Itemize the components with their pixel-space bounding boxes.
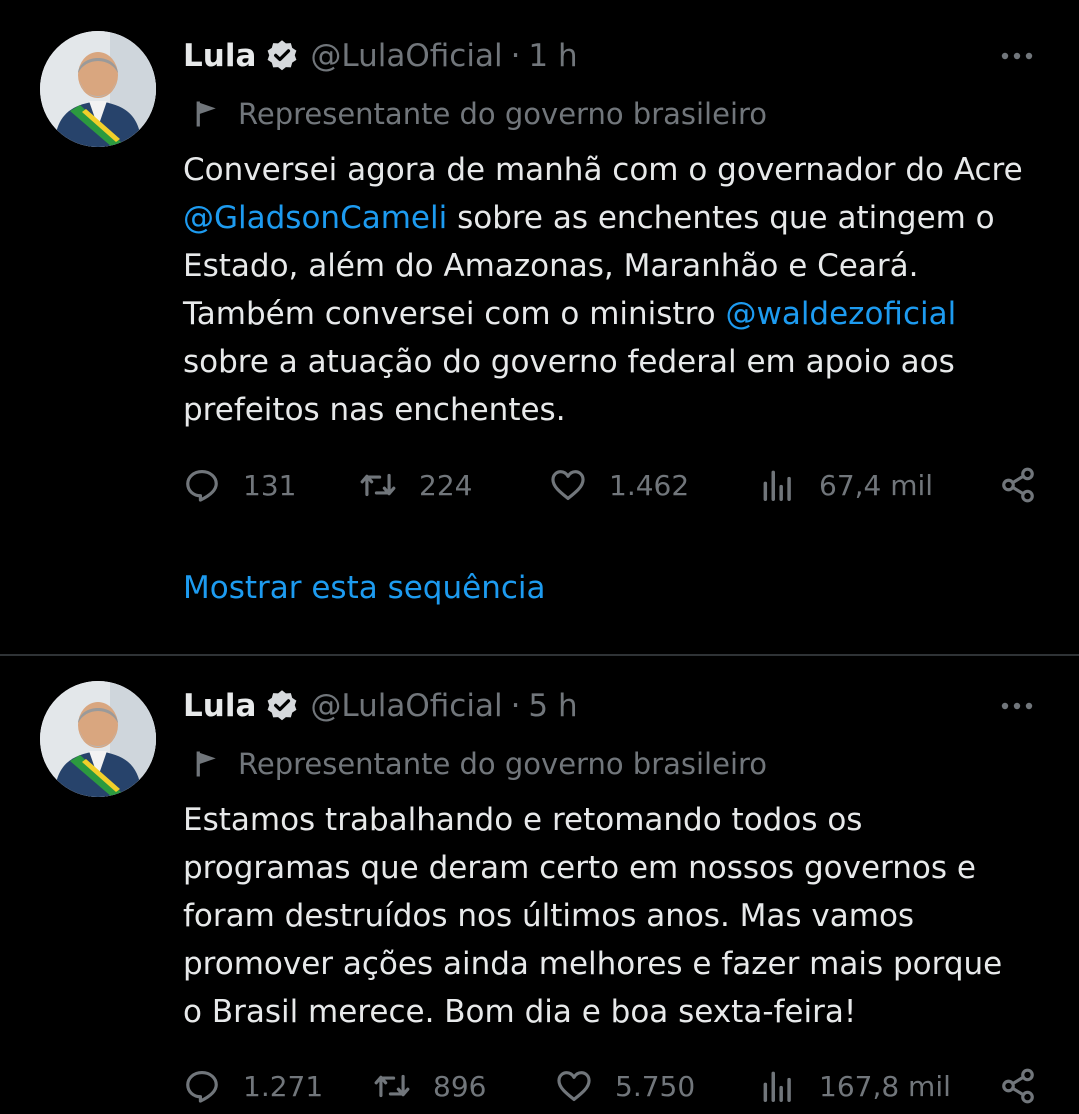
views-count: 167,8 mil [819, 1069, 951, 1103]
share-icon [1002, 467, 1034, 503]
like-count: 5.750 [615, 1069, 696, 1103]
like-button[interactable]: 1.462 [549, 457, 689, 513]
views-button[interactable]: 67,4 mil [759, 457, 933, 513]
text-segment: promover ações ainda melhores e fazer ma… [183, 946, 1003, 982]
account-label-text: Representante do governo brasileiro [238, 97, 768, 131]
text-segment: prefeitos nas enchentes. [183, 392, 566, 428]
like-count: 1.462 [609, 468, 690, 502]
mention-link[interactable]: @GladsonCameli [183, 200, 447, 236]
tweet-time[interactable]: 1 h [528, 38, 577, 74]
separator: · [510, 688, 521, 724]
reply-icon [186, 469, 218, 502]
verified-badge-icon [267, 40, 297, 71]
author-handle[interactable]: @LulaOficial [310, 688, 502, 724]
text-segment: sobre as enchentes que atingem o [447, 200, 995, 236]
show-thread-link[interactable]: Mostrar esta sequência [183, 570, 546, 606]
text-segment: Conversei agora de manhã com o governado… [183, 152, 1023, 188]
text-line: @GladsonCameli sobre as enchentes que at… [183, 194, 1063, 242]
reply-icon [186, 1070, 218, 1103]
text-line: Estamos trabalhando e retomando todos os [183, 796, 1063, 844]
retweet-count: 896 [433, 1069, 487, 1103]
reply-count: 131 [243, 468, 297, 502]
account-label: Representante do governo brasileiro [192, 742, 767, 786]
tweet[interactable]: Lula @LulaOficial · 5 h Representante do… [0, 656, 1079, 1106]
tweet-text: Conversei agora de manhã com o governado… [183, 146, 1063, 434]
tweet-text: Estamos trabalhando e retomando todos os… [183, 796, 1063, 1036]
views-count: 67,4 mil [819, 468, 934, 502]
flag-icon [196, 101, 216, 127]
avatar[interactable] [40, 31, 156, 147]
more-icon[interactable] [997, 44, 1037, 68]
tweet-time[interactable]: 5 h [528, 688, 577, 724]
share-icon [1002, 1068, 1034, 1104]
text-line: prefeitos nas enchentes. [183, 386, 1063, 434]
tweet-actions: 131 224 1.462 67,4 mil [183, 457, 1043, 513]
author-name[interactable]: Lula [183, 688, 256, 724]
tweet[interactable]: Lula @LulaOficial · 1 h Representante do… [0, 0, 1079, 655]
text-line: programas que deram certo em nossos gove… [183, 844, 1063, 892]
retweet-button[interactable]: 224 [359, 457, 472, 513]
text-line: Estado, além do Amazonas, Maranhão e Cea… [183, 242, 1063, 290]
text-line: sobre a atuação do governo federal em ap… [183, 338, 1063, 386]
text-line: Também conversei com o ministro @waldezo… [183, 290, 1063, 338]
text-segment: sobre a atuação do governo federal em ap… [183, 344, 955, 380]
text-line: o Brasil merece. Bom dia e boa sexta-fei… [183, 988, 1063, 1036]
retweet-count: 224 [419, 468, 473, 502]
account-label: Representante do governo brasileiro [192, 92, 767, 136]
text-segment: Também conversei com o ministro [183, 296, 726, 332]
text-segment: Estado, além do Amazonas, Maranhão e Cea… [183, 248, 919, 284]
like-icon [551, 470, 585, 501]
account-label-text: Representante do governo brasileiro [238, 747, 768, 781]
author-name[interactable]: Lula [183, 38, 256, 74]
separator: · [510, 38, 521, 74]
more-icon[interactable] [997, 694, 1037, 718]
verified-badge-icon [267, 690, 297, 721]
text-segment: o Brasil merece. Bom dia e boa sexta-fei… [183, 994, 857, 1030]
text-line: Conversei agora de manhã com o governado… [183, 146, 1063, 194]
text-line: promover ações ainda melhores e fazer ma… [183, 940, 1063, 988]
tweet-header: Lula @LulaOficial · 5 h [183, 682, 578, 730]
like-icon [557, 1071, 591, 1102]
share-button[interactable] [999, 457, 1037, 513]
tweet-header: Lula @LulaOficial · 1 h [183, 32, 578, 80]
text-segment: foram destruídos nos últimos anos. Mas v… [183, 898, 915, 934]
reply-button[interactable]: 131 [183, 457, 296, 513]
text-line: foram destruídos nos últimos anos. Mas v… [183, 892, 1063, 940]
text-segment: programas que deram certo em nossos gove… [183, 850, 976, 886]
avatar[interactable] [40, 681, 156, 797]
text-segment: Estamos trabalhando e retomando todos os [183, 802, 863, 838]
retweet-icon [360, 473, 396, 497]
views-icon [763, 1071, 791, 1102]
views-icon [763, 470, 791, 501]
author-handle[interactable]: @LulaOficial [310, 38, 502, 74]
mention-link[interactable]: @waldezoficial [725, 296, 956, 332]
flag-icon [196, 751, 216, 777]
retweet-icon [374, 1074, 410, 1098]
reply-count: 1.271 [243, 1069, 324, 1103]
